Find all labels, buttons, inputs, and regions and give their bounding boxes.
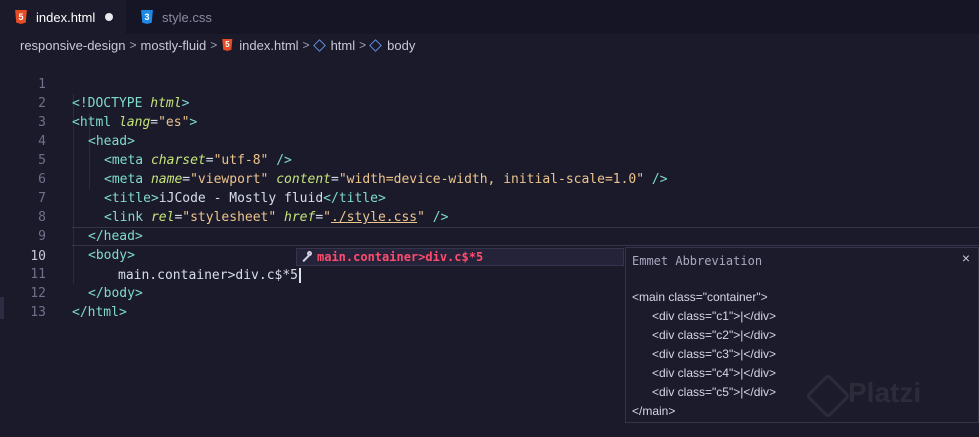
breadcrumb-file[interactable]: index.html	[239, 38, 298, 53]
wrench-icon	[301, 251, 313, 263]
cube-icon	[369, 38, 382, 52]
unsaved-dot-icon[interactable]	[105, 13, 114, 21]
emmet-preview-line: <div class="c3">|</div>	[632, 347, 777, 361]
breadcrumb-folder[interactable]: responsive-design	[20, 38, 126, 53]
tab-bar: 5 index.html 3 style.css	[0, 0, 979, 35]
emmet-preview-line: <div class="c4">|</div>	[632, 366, 777, 380]
emmet-panel-title: Emmet Abbreviation	[632, 254, 763, 268]
emmet-preview-line: <div class="c5">|</div>	[632, 385, 777, 399]
cube-icon	[312, 38, 326, 52]
platzi-watermark: Platzi	[848, 377, 922, 408]
breadcrumb: responsive-design > mostly-fluid > 5 ind…	[20, 35, 415, 55]
emmet-preview-line: <main class="container">	[632, 290, 768, 304]
code-line[interactable]: 3 <head>	[0, 94, 979, 149]
tab-index-html[interactable]: 5 index.html	[0, 0, 126, 35]
close-icon[interactable]: ×	[962, 250, 970, 266]
code-line[interactable]: 7 <link rel="stylesheet" href="./style.c…	[0, 170, 979, 225]
code-token: </html>	[72, 305, 127, 320]
code-line[interactable]: 8 </head>	[0, 189, 979, 244]
tab-label: style.css	[162, 9, 212, 25]
line-number: 13	[30, 305, 46, 320]
suggestion-item[interactable]: main.container>div.c$*5	[296, 248, 624, 266]
css3-icon: 3	[141, 10, 153, 24]
chevron-right-icon: >	[210, 38, 218, 52]
emmet-preview-panel: Emmet Abbreviation × <main class="contai…	[625, 247, 979, 423]
html5-icon: 5	[15, 10, 27, 24]
suggestion-label: main.container>div.c$*5	[317, 250, 484, 264]
line-number: 9	[38, 229, 46, 244]
tab-label: index.html	[36, 9, 96, 25]
current-code-line[interactable]: 10 main.container>div.c$*5	[30, 227, 979, 283]
html5-icon: 5	[222, 39, 233, 51]
breadcrumb-symbol[interactable]: body	[387, 38, 415, 53]
breadcrumb-symbol[interactable]: html	[331, 38, 356, 53]
code-line[interactable]: 1 <!DOCTYPE html>	[0, 56, 979, 111]
code-line[interactable]: 2 <html lang="es">	[0, 75, 979, 130]
chevron-right-icon: >	[359, 38, 367, 52]
chevron-right-icon: >	[302, 38, 310, 52]
code-line[interactable]: 5 <meta name="viewport" content="width=d…	[0, 132, 979, 187]
breadcrumb-folder[interactable]: mostly-fluid	[141, 38, 207, 53]
tab-style-css[interactable]: 3 style.css	[126, 0, 242, 34]
code-line[interactable]: 4 <meta charset="utf-8" />	[0, 113, 979, 168]
emmet-preview-line: </main>	[632, 404, 676, 418]
emmet-preview-line: <div class="c1">|</div>	[632, 309, 777, 323]
code-line[interactable]: 9 <body>	[0, 208, 979, 263]
chevron-right-icon: >	[129, 38, 137, 52]
emmet-preview-line: <div class="c2">|</div>	[632, 328, 777, 342]
code-line[interactable]: 6 <title>iJCode - Mostly fluid</title>	[0, 151, 979, 206]
